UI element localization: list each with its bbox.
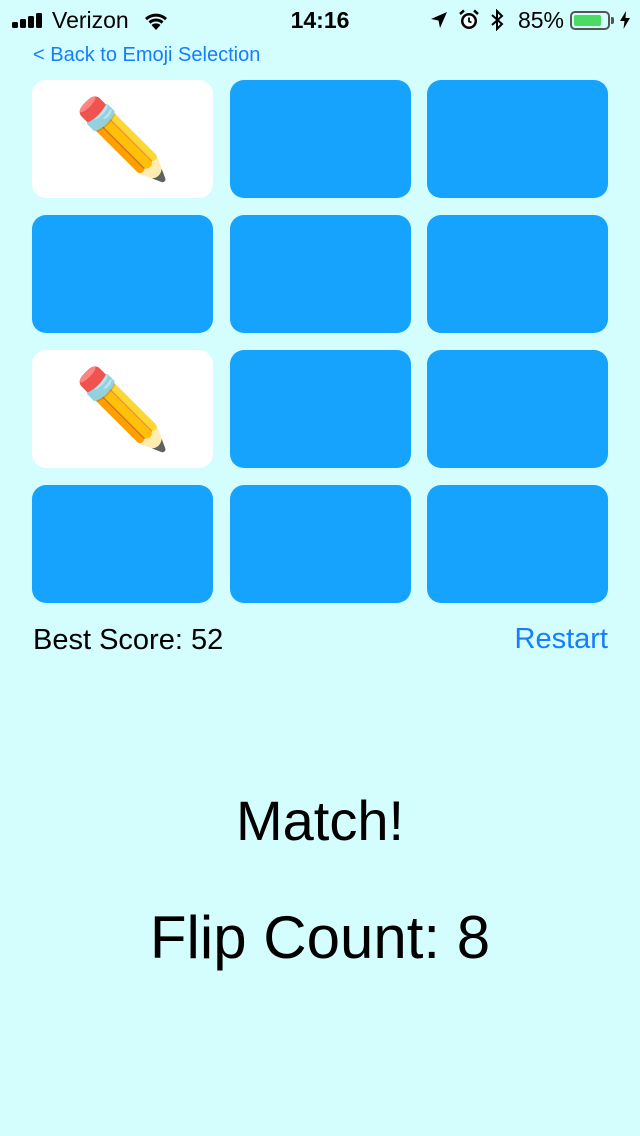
card-grid: ✏️ ✏️ bbox=[32, 80, 608, 603]
battery-cap bbox=[611, 16, 614, 24]
card-11[interactable] bbox=[229, 485, 411, 603]
battery-icon bbox=[570, 10, 610, 30]
best-score-label: Best Score: 52 bbox=[33, 624, 224, 656]
battery-percent: 85% bbox=[517, 6, 564, 33]
card-1[interactable]: ✏️ bbox=[32, 80, 213, 198]
flip-count-label: Flip Count: 8 bbox=[149, 904, 491, 971]
card-emoji-pencil: ✏️ bbox=[73, 365, 172, 453]
location-arrow-icon bbox=[430, 11, 448, 29]
card-12[interactable] bbox=[427, 485, 608, 603]
card-8[interactable] bbox=[229, 350, 411, 468]
alarm-icon bbox=[458, 9, 480, 31]
charging-bolt-icon bbox=[620, 11, 630, 29]
card-10[interactable] bbox=[32, 485, 213, 603]
card-7[interactable]: ✏️ bbox=[32, 350, 213, 468]
card-emoji-pencil: ✏️ bbox=[73, 95, 172, 183]
battery-fill bbox=[574, 14, 602, 26]
card-5[interactable] bbox=[229, 215, 411, 333]
match-message: Match! bbox=[235, 789, 405, 852]
card-3[interactable] bbox=[427, 80, 608, 198]
status-bar-right: 85% bbox=[420, 6, 630, 34]
status-bar: Verizon 14:16 85% bbox=[0, 0, 640, 40]
card-6[interactable] bbox=[427, 215, 608, 333]
restart-button[interactable]: Restart bbox=[515, 621, 608, 657]
bluetooth-icon bbox=[490, 9, 504, 31]
card-4[interactable] bbox=[32, 215, 213, 333]
card-9[interactable] bbox=[427, 350, 608, 468]
back-to-emoji-selection-link[interactable]: < Back to Emoji Selection bbox=[33, 42, 260, 68]
card-2[interactable] bbox=[229, 80, 411, 198]
